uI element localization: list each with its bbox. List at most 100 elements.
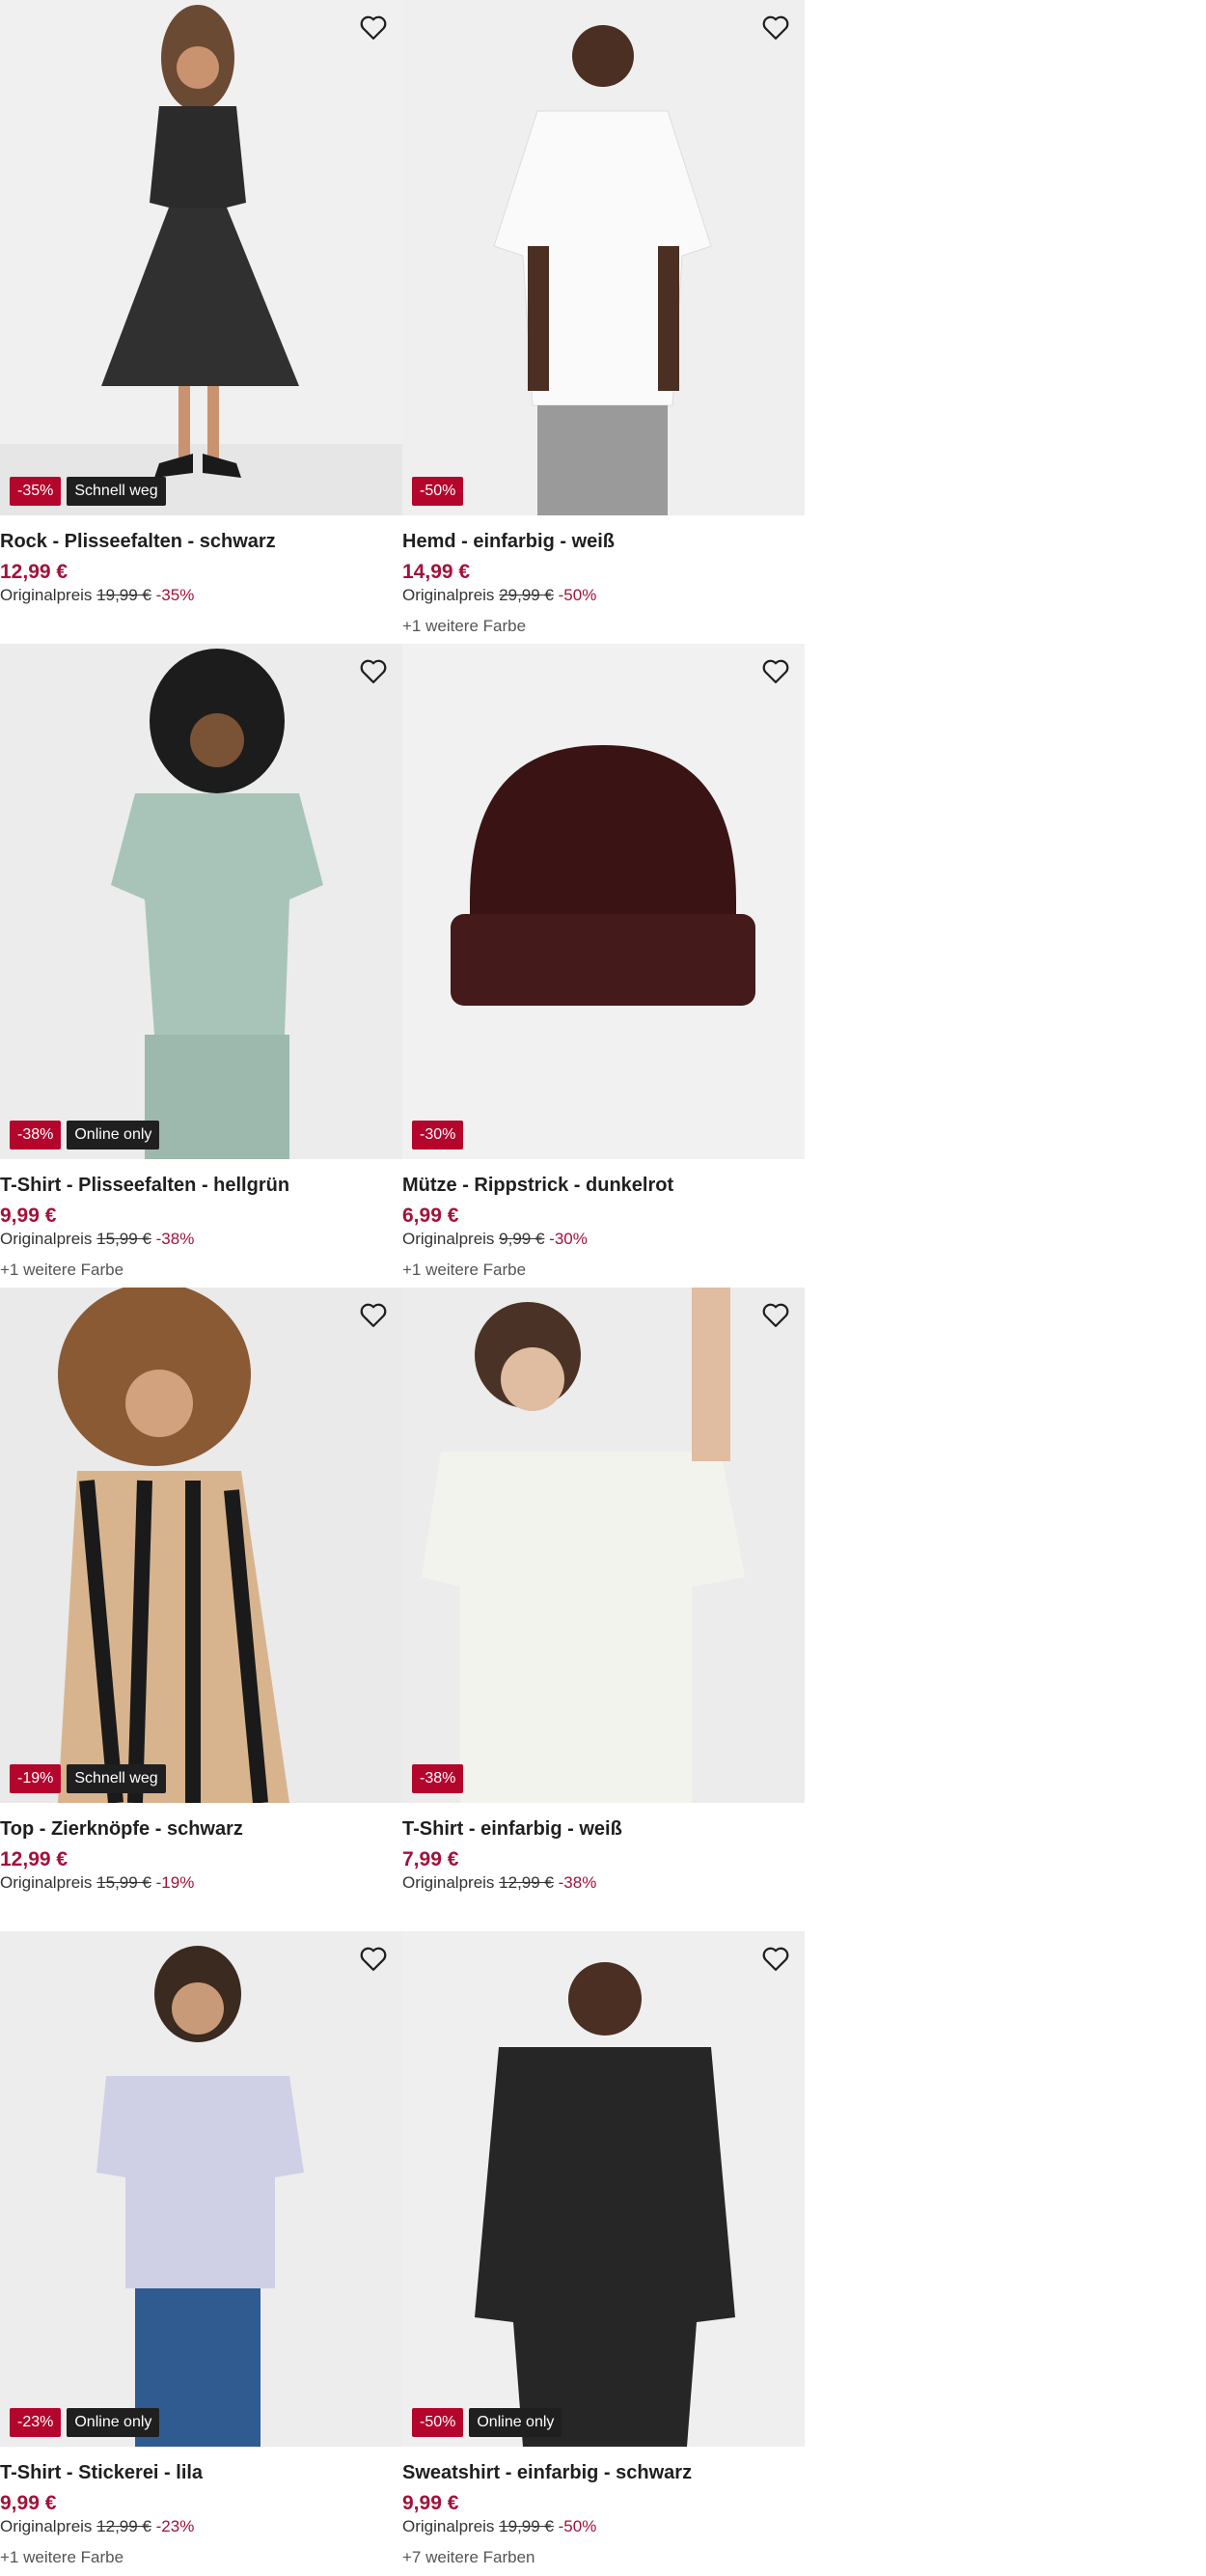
heart-outline-icon (762, 15, 789, 40)
original-price-label: Originalpreis (0, 586, 93, 604)
product-image[interactable]: -19% Schnell weg (0, 1288, 402, 1803)
wishlist-button[interactable] (356, 653, 391, 688)
wishlist-button[interactable] (758, 1941, 793, 1976)
wishlist-button[interactable] (758, 10, 793, 44)
product-info: T-Shirt - Stickerei - lila 9,99 € Origin… (0, 2447, 402, 2568)
product-title[interactable]: T-Shirt - Stickerei - lila (0, 2460, 402, 2485)
original-price-value: 12,99 € (499, 1873, 554, 1892)
woman-top-pattern-photo (0, 1288, 402, 1803)
badge-group: -38% Online only (10, 1121, 160, 1150)
original-price-label: Originalpreis (0, 1873, 93, 1892)
more-colors-link[interactable]: +7 weitere Farben (402, 2547, 805, 2568)
product-card[interactable]: -19% Schnell weg Top - Zierknöpfe - schw… (0, 1288, 402, 1931)
beanie-darkred-photo (402, 644, 805, 1159)
product-title[interactable]: Top - Zierknöpfe - schwarz (0, 1816, 402, 1842)
woman-tshirt-green-photo (0, 644, 402, 1159)
product-card[interactable]: -23% Online only T-Shirt - Stickerei - l… (0, 1931, 402, 2575)
heart-outline-icon (762, 659, 789, 683)
original-price: Originalpreis 9,99 € -30% (402, 1229, 805, 1250)
discount-badge: -38% (10, 1121, 62, 1150)
original-price: Originalpreis 15,99 € -38% (0, 1229, 402, 1250)
original-price: Originalpreis 19,99 € -35% (0, 585, 402, 606)
badge-group: -30% (412, 1121, 464, 1150)
badge-group: -23% Online only (10, 2408, 160, 2437)
original-price-label: Originalpreis (402, 1230, 495, 1248)
product-price: 9,99 € (402, 2492, 459, 2514)
discount-percent: -50% (558, 586, 597, 604)
man-sweatshirt-black-photo (402, 1931, 805, 2447)
more-colors-link[interactable]: +1 weitere Farbe (0, 2547, 402, 2568)
discount-percent: -30% (549, 1230, 588, 1248)
wishlist-button[interactable] (356, 10, 391, 44)
discount-percent: -35% (155, 586, 195, 604)
wishlist-button[interactable] (758, 653, 793, 688)
wishlist-button[interactable] (356, 1941, 391, 1976)
product-card[interactable]: -50% Online only Sweatshirt - einfarbig … (402, 1931, 805, 2575)
discount-badge: -30% (412, 1121, 464, 1150)
original-price: Originalpreis 19,99 € -50% (402, 2516, 805, 2537)
discount-percent: -38% (155, 1230, 195, 1248)
wishlist-button[interactable] (758, 1297, 793, 1332)
product-price: 12,99 € (0, 1848, 69, 1870)
heart-outline-icon (360, 659, 387, 683)
product-title[interactable]: T-Shirt - Plisseefalten - hellgrün (0, 1173, 402, 1198)
product-info: Hemd - einfarbig - weiß 14,99 € Original… (402, 515, 805, 637)
product-image[interactable]: -38% Online only (0, 644, 402, 1159)
product-info: Rock - Plisseefalten - schwarz 12,99 € O… (0, 515, 402, 606)
product-price: 9,99 € (0, 1205, 57, 1227)
product-price: 6,99 € (402, 1205, 459, 1227)
product-image[interactable]: -50% (402, 0, 805, 515)
original-price-value: 29,99 € (499, 586, 554, 604)
product-image[interactable]: -35% Schnell weg (0, 0, 402, 515)
product-info: T-Shirt - Plisseefalten - hellgrün 9,99 … (0, 1159, 402, 1281)
product-card[interactable]: -38% T-Shirt - einfarbig - weiß 7,99 € O… (402, 1288, 805, 1931)
product-image[interactable]: -38% (402, 1288, 805, 1803)
more-colors-link[interactable]: +1 weitere Farbe (0, 1260, 402, 1281)
product-price: 9,99 € (0, 2492, 57, 2514)
original-price-value: 12,99 € (96, 2517, 151, 2535)
badge-group: -38% (412, 1764, 464, 1793)
original-price: Originalpreis 12,99 € -38% (402, 1872, 805, 1894)
product-title[interactable]: T-Shirt - einfarbig - weiß (402, 1816, 805, 1842)
product-price: 14,99 € (402, 561, 471, 583)
label-badge: Schnell weg (67, 1764, 166, 1793)
discount-badge: -35% (10, 477, 62, 506)
product-card[interactable]: -38% Online only T-Shirt - Plisseefalten… (0, 644, 402, 1288)
original-price-label: Originalpreis (402, 586, 495, 604)
product-title[interactable]: Mütze - Rippstrick - dunkelrot (402, 1173, 805, 1198)
original-price: Originalpreis 15,99 € -19% (0, 1872, 402, 1894)
original-price-value: 19,99 € (96, 586, 151, 604)
original-price-value: 19,99 € (499, 2517, 554, 2535)
discount-percent: -50% (558, 2517, 597, 2535)
discount-percent: -23% (155, 2517, 195, 2535)
product-card[interactable]: -30% Mütze - Rippstrick - dunkelrot 6,99… (402, 644, 805, 1288)
badge-group: -50% (412, 477, 464, 506)
original-price-value: 15,99 € (96, 1873, 151, 1892)
heart-outline-icon (762, 1303, 789, 1327)
original-price: Originalpreis 12,99 € -23% (0, 2516, 402, 2537)
discount-percent: -19% (155, 1873, 195, 1892)
product-image[interactable]: -23% Online only (0, 1931, 402, 2447)
product-title[interactable]: Sweatshirt - einfarbig - schwarz (402, 2460, 805, 2485)
product-info: Mütze - Rippstrick - dunkelrot 6,99 € Or… (402, 1159, 805, 1281)
more-colors-link[interactable]: +1 weitere Farbe (402, 616, 805, 637)
woman-skirt-black-photo (0, 0, 402, 515)
woman-tshirt-white-photo (402, 1288, 805, 1803)
heart-outline-icon (762, 1947, 789, 1971)
woman-tshirt-lilac-photo (0, 1931, 402, 2447)
badge-group: -19% Schnell weg (10, 1764, 166, 1793)
label-badge: Online only (67, 2408, 160, 2437)
more-colors-link[interactable]: +1 weitere Farbe (402, 1260, 805, 1281)
product-image[interactable]: -30% (402, 644, 805, 1159)
product-card[interactable]: -35% Schnell weg Rock - Plisseefalten - … (0, 0, 402, 644)
wishlist-button[interactable] (356, 1297, 391, 1332)
discount-badge: -38% (412, 1764, 464, 1793)
product-image[interactable]: -50% Online only (402, 1931, 805, 2447)
original-price-value: 9,99 € (499, 1230, 545, 1248)
discount-badge: -50% (412, 2408, 464, 2437)
original-price-label: Originalpreis (402, 2517, 495, 2535)
product-title[interactable]: Hemd - einfarbig - weiß (402, 529, 805, 554)
product-card[interactable]: -50% Hemd - einfarbig - weiß 14,99 € Ori… (402, 0, 805, 644)
product-title[interactable]: Rock - Plisseefalten - schwarz (0, 529, 402, 554)
man-shirt-white-photo (402, 0, 805, 515)
